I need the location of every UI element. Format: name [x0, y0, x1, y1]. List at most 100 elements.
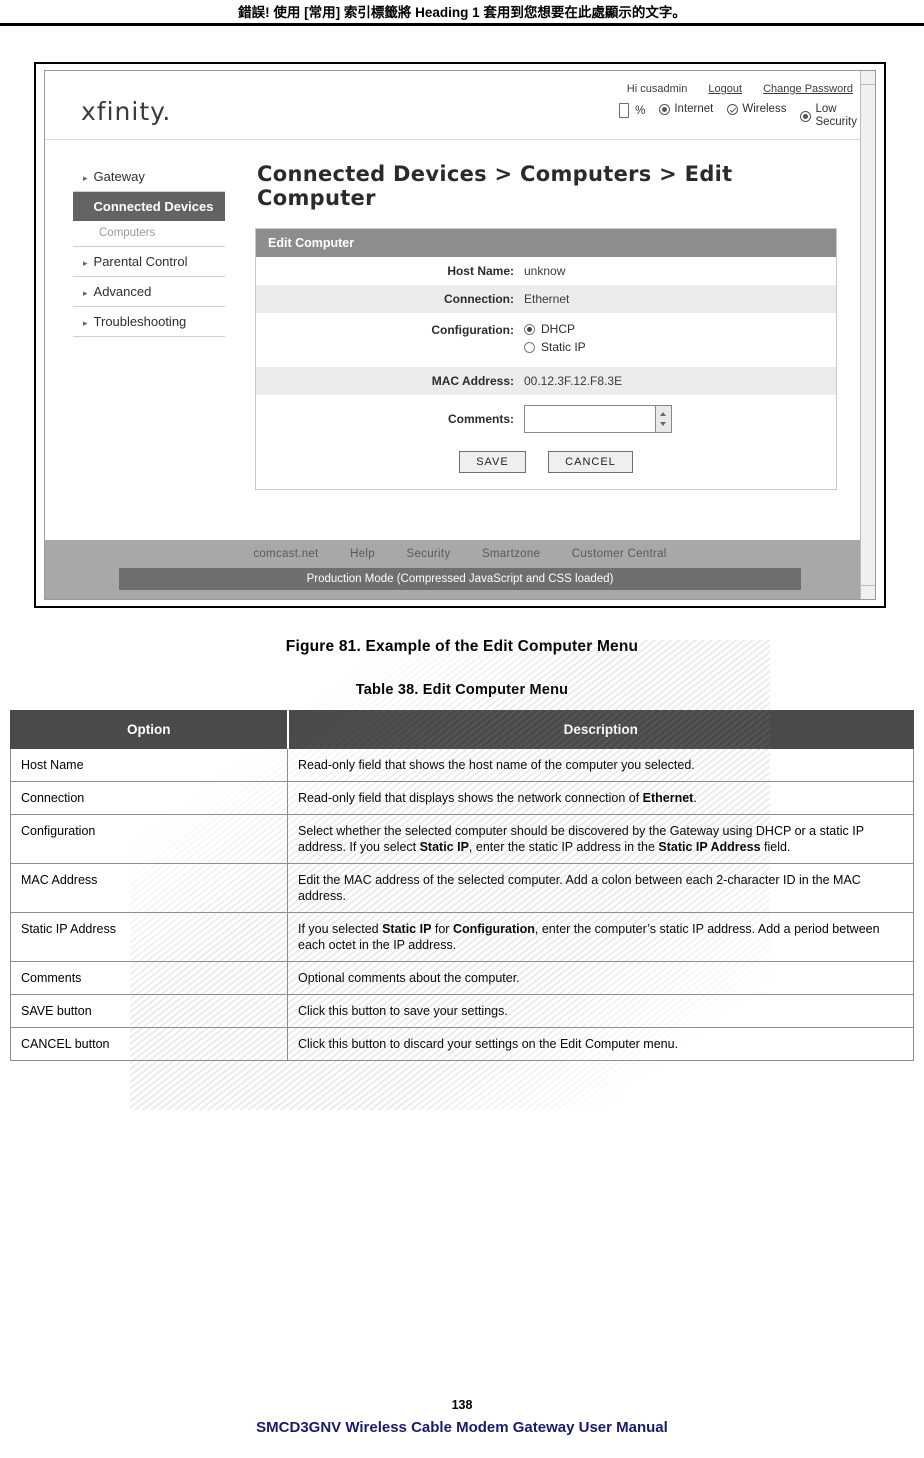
- table-row: MAC Address Edit the MAC address of the s…: [10, 863, 914, 913]
- table-cell-option: Comments: [10, 961, 288, 995]
- logout-link[interactable]: Logout: [708, 83, 742, 95]
- footer-link-comcast[interactable]: comcast.net: [253, 548, 318, 560]
- sidebar-item-gateway-label: Gateway: [93, 169, 145, 184]
- change-password-link[interactable]: Change Password: [763, 83, 853, 95]
- sidebar-item-connected-devices[interactable]: ▾ Connected Devices: [73, 192, 225, 221]
- document-error-line: 錯誤! 使用 [常用] 索引標籤將 Heading 1 套用到您想要在此處顯示的…: [238, 5, 686, 20]
- internet-status[interactable]: Internet: [659, 103, 713, 115]
- footer-link-security[interactable]: Security: [406, 548, 450, 560]
- table-cell-description: Optional comments about the computer.: [287, 961, 914, 995]
- wireless-status[interactable]: Wireless: [727, 103, 786, 115]
- connection-value: Ethernet: [524, 292, 570, 306]
- table-cell-option: Connection: [10, 781, 288, 815]
- sidebar-item-advanced[interactable]: ▸ Advanced: [73, 277, 225, 307]
- footer-link-smartzone[interactable]: Smartzone: [482, 548, 540, 560]
- host-name-value: unknow: [524, 264, 566, 278]
- table-cell-option: SAVE button: [10, 994, 288, 1028]
- chevron-right-icon: ▸: [83, 288, 88, 298]
- table-cell-description: Read-only field that displays shows the …: [287, 781, 914, 815]
- table-body: Host Name Read-only field that shows the …: [10, 748, 914, 1061]
- table-row: CANCEL button Click this button to discar…: [10, 1027, 914, 1061]
- table-cell-option: Configuration: [10, 814, 288, 864]
- configuration-options: DHCP Static IP: [524, 322, 586, 358]
- row-configuration: Configuration: DHCP Static IP: [256, 313, 836, 367]
- row-connection: Connection: Ethernet: [256, 285, 836, 313]
- table-row: Static IP Address If you selected Static …: [10, 912, 914, 962]
- table-row: Host Name Read-only field that shows the …: [10, 748, 914, 782]
- cancel-button[interactable]: CANCEL: [548, 451, 633, 473]
- table-cell-option: CANCEL button: [10, 1027, 288, 1061]
- app-footer: comcast.net Help Security Smartzone Cust…: [45, 540, 875, 599]
- security-icon: [800, 110, 812, 122]
- scroll-down-arrow-icon[interactable]: [861, 585, 875, 599]
- table-row: Connection Read-only field that displays …: [10, 781, 914, 815]
- table-row: SAVE button Click this button to save you…: [10, 994, 914, 1028]
- mac-address-value: 00.12.3F.12.F8.3E: [524, 374, 623, 388]
- app-topbar: xfinity. Hi cusadmin Logout Change Passw…: [45, 71, 875, 140]
- browser-viewport: xfinity. Hi cusadmin Logout Change Passw…: [44, 70, 876, 600]
- table-cell-option: Host Name: [10, 748, 288, 782]
- scroll-up-arrow-icon[interactable]: [861, 71, 875, 85]
- comments-scroll-spinner[interactable]: [656, 405, 672, 433]
- security-label-line2: Security: [815, 116, 857, 128]
- table-cell-description: Click this button to save your settings.: [287, 994, 914, 1028]
- sidebar: ▸ Gateway ▾ Connected Devices Computers ▸ P…: [45, 140, 241, 540]
- greeting-text: Hi cusadmin: [626, 83, 688, 95]
- table-cell-description: Click this button to discard your settin…: [287, 1027, 914, 1061]
- status-indicators: % Internet Wireless Low Security: [619, 103, 857, 129]
- comments-field-group: [524, 405, 672, 433]
- xfinity-logo: xfinity.: [81, 97, 172, 126]
- radio-option-dhcp[interactable]: DHCP: [524, 322, 586, 336]
- sidebar-item-troubleshooting[interactable]: ▸ Troubleshooting: [73, 307, 225, 337]
- manual-title-footer: SMCD3GNV Wireless Cable Modem Gateway Us…: [256, 1419, 668, 1436]
- production-mode-bar: Production Mode (Compressed JavaScript a…: [119, 568, 801, 590]
- table-cell-option: Static IP Address: [10, 912, 288, 962]
- battery-percent: %: [635, 104, 646, 117]
- table-cell-description: Select whether the selected computer sho…: [287, 814, 914, 864]
- footer-link-customer-central[interactable]: Customer Central: [572, 548, 667, 560]
- sidebar-item-advanced-label: Advanced: [93, 284, 152, 299]
- figure-caption: Figure 81. Example of the Edit Computer …: [285, 638, 639, 655]
- sidebar-item-connected-devices-label: Connected Devices: [93, 199, 214, 214]
- chevron-down-icon: ▾: [83, 203, 88, 213]
- sidebar-item-parental-control[interactable]: ▸ Parental Control: [73, 247, 225, 277]
- battery-status: %: [619, 103, 645, 118]
- footer-link-help[interactable]: Help: [350, 548, 375, 560]
- wireless-label: Wireless: [742, 103, 787, 115]
- comments-input[interactable]: [524, 405, 656, 433]
- battery-icon: [619, 103, 630, 118]
- radio-static-ip-label: Static IP: [541, 340, 586, 354]
- main-content: Connected Devices > Computers > Edit Com…: [241, 140, 875, 540]
- table-header-row: Option Description: [10, 710, 914, 749]
- sidebar-item-troubleshooting-label: Troubleshooting: [93, 314, 187, 329]
- internet-icon: [659, 103, 671, 115]
- save-button[interactable]: SAVE: [459, 451, 526, 473]
- table-row: Configuration Select whether the selected…: [10, 814, 914, 864]
- column-header-option: Option: [10, 710, 289, 749]
- radio-static-ip-icon[interactable]: [524, 341, 535, 353]
- mac-address-label: MAC Address:: [431, 374, 514, 388]
- host-name-label: Host Name:: [447, 264, 514, 278]
- configuration-label: Configuration:: [431, 323, 514, 337]
- comments-label: Comments:: [447, 412, 514, 426]
- radio-dhcp-icon[interactable]: [524, 323, 535, 335]
- sidebar-item-computers[interactable]: Computers: [73, 221, 225, 247]
- panel-buttons: SAVE CANCEL: [256, 439, 836, 489]
- table-cell-option: MAC Address: [10, 863, 288, 913]
- internet-label: Internet: [674, 103, 714, 115]
- chevron-right-icon: ▸: [83, 173, 88, 183]
- row-host-name: Host Name: unknow: [256, 257, 836, 285]
- radio-dhcp-label: DHCP: [541, 322, 576, 336]
- app-body: ▸ Gateway ▾ Connected Devices Computers ▸ P…: [45, 140, 875, 540]
- sidebar-item-gateway[interactable]: ▸ Gateway: [73, 162, 225, 192]
- browser-scrollbar[interactable]: [860, 71, 875, 599]
- row-comments: Comments:: [256, 395, 836, 439]
- radio-option-static-ip[interactable]: Static IP: [524, 340, 586, 354]
- security-status[interactable]: Low Security: [800, 103, 857, 129]
- edit-computer-table: Option Description Host Name Read-only fi…: [10, 710, 914, 1061]
- page-number: 138: [451, 1398, 473, 1412]
- panel-title: Edit Computer: [256, 229, 836, 257]
- edit-computer-panel: Edit Computer Host Name: unknow Connecti…: [255, 228, 837, 490]
- chevron-right-icon: ▸: [83, 258, 88, 268]
- page-title: Connected Devices > Computers > Edit Com…: [257, 162, 733, 210]
